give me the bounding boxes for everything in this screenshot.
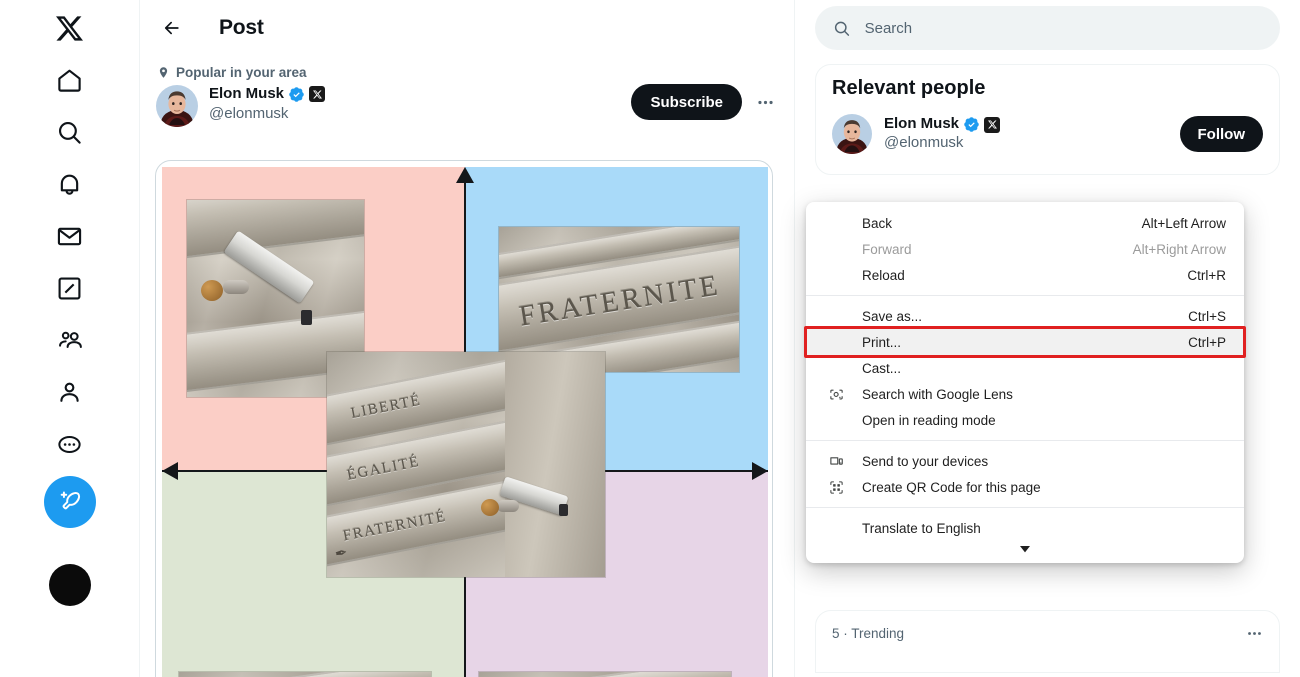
menu-item-translate-to-english[interactable]: Translate to English	[806, 515, 1244, 541]
search-icon	[834, 21, 850, 36]
menu-item-label: Forward	[862, 241, 912, 257]
menu-item-create-qr-code[interactable]: Create QR Code for this page	[806, 474, 1244, 500]
photo-liberte-inscription: LIBERTÉ	[479, 672, 731, 677]
menu-item-back[interactable]: Back Alt+Left Arrow	[806, 210, 1244, 236]
page-title: Post	[219, 15, 264, 39]
trending-rank-label: 5 · Trending	[832, 626, 905, 641]
post-author-meta: Elon Musk @elonmusk	[209, 83, 326, 123]
trending-topic-placeholder	[832, 648, 1263, 672]
post-header: Post	[140, 0, 794, 55]
quadrant-chart: FRATERNITE LIBERTÉ ÉGALITÉ FRATERNITÉ ✒	[162, 167, 768, 677]
verified-badge-icon	[964, 117, 979, 132]
sidebar-item-communities[interactable]	[44, 314, 96, 366]
menu-item-label: Open in reading mode	[862, 412, 996, 428]
search-input[interactable]	[864, 19, 1262, 37]
x-affiliate-badge-icon[interactable]	[984, 116, 1001, 133]
axis-arrow-up-icon	[456, 167, 474, 183]
menu-item-label: Reload	[862, 267, 905, 283]
post-author-row: Elon Musk @elonmusk Subscribe	[140, 80, 794, 127]
x-affiliate-badge-icon[interactable]	[309, 86, 326, 102]
search-bar[interactable]	[815, 6, 1280, 50]
menu-item-shortcut: Alt+Right Arrow	[1132, 241, 1226, 257]
relevant-people-card: Relevant people Elon Musk @elonmusk Foll…	[815, 64, 1280, 175]
google-lens-icon	[826, 387, 846, 402]
post-media-image[interactable]: FRATERNITE LIBERTÉ ÉGALITÉ FRATERNITÉ ✒	[155, 160, 773, 677]
account-avatar[interactable]	[48, 564, 91, 606]
menu-separator	[806, 440, 1244, 441]
menu-item-label: Send to your devices	[862, 453, 989, 469]
list-item[interactable]: Elon Musk @elonmusk Follow	[816, 102, 1279, 164]
photo-egalite-inscription: ÉGALITE	[179, 672, 431, 677]
more-horizontal-icon[interactable]	[750, 87, 780, 117]
sidebar-item-home[interactable]	[44, 54, 96, 106]
arrow-left-icon	[164, 21, 179, 34]
chevron-down-icon[interactable]	[806, 541, 1244, 557]
menu-item-save-as[interactable]: Save as... Ctrl+S	[806, 303, 1244, 329]
post-header-actions: Subscribe	[631, 84, 780, 120]
trending-card: 5 · Trending	[815, 610, 1280, 673]
post-context-label: Popular in your area	[140, 65, 794, 80]
compose-post-button[interactable]	[43, 476, 96, 528]
person-handle: @elonmusk	[884, 134, 964, 151]
post-author-name[interactable]: Elon Musk	[209, 85, 284, 103]
table-row[interactable]: 5 · Trending	[816, 619, 1279, 642]
more-horizontal-icon[interactable]	[1246, 625, 1263, 642]
photo-liberte-egalite-fraternite-corner: LIBERTÉ ÉGALITÉ FRATERNITÉ ✒	[327, 352, 605, 577]
relevant-people-title: Relevant people	[832, 77, 986, 99]
menu-item-print[interactable]: Print... Ctrl+P	[804, 326, 1246, 358]
back-button[interactable]	[155, 11, 189, 45]
person-meta: Elon Musk @elonmusk	[884, 115, 1180, 153]
menu-item-forward: Forward Alt+Right Arrow	[806, 236, 1244, 262]
location-pin-icon	[159, 67, 168, 78]
browser-context-menu[interactable]: Back Alt+Left Arrow Forward Alt+Right Ar…	[804, 202, 1246, 563]
axis-arrow-right-icon	[752, 462, 768, 480]
menu-item-shortcut: Ctrl+P	[1188, 334, 1226, 350]
menu-item-shortcut: Ctrl+R	[1187, 267, 1226, 283]
menu-item-label: Search with Google Lens	[862, 386, 1013, 402]
menu-item-search-with-google-lens[interactable]: Search with Google Lens	[806, 381, 1244, 407]
menu-item-shortcut: Ctrl+S	[1188, 308, 1226, 324]
menu-item-open-in-reading-mode[interactable]: Open in reading mode	[806, 407, 1244, 433]
menu-item-cast[interactable]: Cast...	[806, 355, 1244, 381]
menu-item-label: Cast...	[862, 360, 902, 376]
person-name[interactable]: Elon Musk	[884, 115, 959, 134]
subscribe-button[interactable]: Subscribe	[631, 84, 742, 120]
menu-item-label: Save as...	[862, 308, 923, 324]
avatar[interactable]	[156, 85, 198, 127]
sidebar-item-explore[interactable]	[44, 106, 96, 158]
menu-item-reload[interactable]: Reload Ctrl+R	[806, 262, 1244, 288]
sidebar-item-messages[interactable]	[44, 210, 96, 262]
x-logo-icon[interactable]	[44, 2, 96, 54]
left-navigation-sidebar	[0, 0, 140, 677]
qr-code-icon	[826, 480, 846, 495]
menu-item-send-to-your-devices[interactable]: Send to your devices	[806, 448, 1244, 474]
post-author-handle: @elonmusk	[209, 105, 289, 122]
menu-item-label: Print...	[862, 334, 902, 350]
verified-badge-icon	[289, 86, 304, 102]
menu-item-shortcut: Alt+Left Arrow	[1141, 215, 1226, 231]
photo-fraternite-inscription: FRATERNITE	[499, 227, 739, 372]
follow-button[interactable]: Follow	[1179, 116, 1263, 152]
sidebar-item-more[interactable]	[44, 418, 96, 470]
compose-post-icon	[60, 491, 80, 510]
menu-item-label: Back	[862, 215, 893, 231]
sidebar-item-notifications[interactable]	[44, 158, 96, 210]
axis-arrow-left-icon	[162, 462, 178, 480]
avatar[interactable]	[832, 114, 872, 154]
menu-separator	[806, 507, 1244, 508]
post-detail-column: Post Popular in your area Elon Musk @elo…	[140, 0, 795, 677]
sidebar-item-profile[interactable]	[44, 366, 96, 418]
menu-item-label: Create QR Code for this page	[862, 479, 1041, 495]
menu-separator	[806, 295, 1244, 296]
post-context-text: Popular in your area	[176, 65, 307, 80]
send-to-devices-icon	[826, 454, 846, 469]
sidebar-item-grok[interactable]	[44, 262, 96, 314]
menu-item-label: Translate to English	[862, 520, 981, 536]
